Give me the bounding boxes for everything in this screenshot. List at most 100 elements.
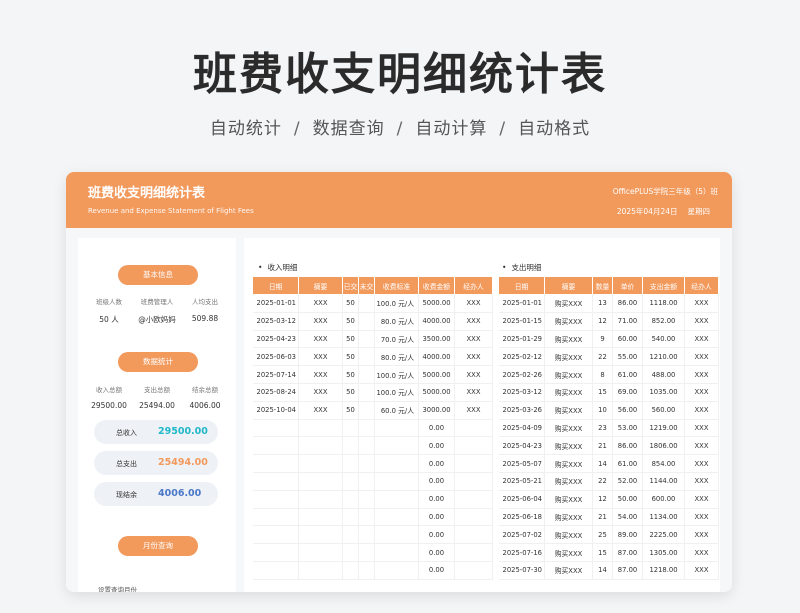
table-cell[interactable] <box>374 472 419 491</box>
table-cell[interactable] <box>454 490 493 509</box>
table-cell[interactable]: 2025-03-12 <box>498 383 545 402</box>
table-cell[interactable] <box>298 472 343 491</box>
table-row[interactable]: 2025-06-04 购买XXX 12 50.00 600.00 XXX <box>498 490 719 509</box>
table-cell[interactable]: 540.00 <box>642 330 685 349</box>
table-cell[interactable] <box>374 561 419 580</box>
table-cell[interactable]: 2025-02-12 <box>498 347 545 367</box>
table-cell[interactable] <box>358 436 375 456</box>
table-row[interactable]: 2025-06-03 XXX 50 80.0 元/人 4000.00 XXX <box>252 347 493 367</box>
table-cell[interactable] <box>374 490 419 509</box>
table-cell[interactable]: 61.00 <box>612 454 643 473</box>
table-row[interactable]: 2025-05-07 购买XXX 14 61.00 854.00 XXX <box>498 454 719 473</box>
table-cell[interactable]: 购买XXX <box>544 401 593 420</box>
table-cell[interactable]: 购买XXX <box>544 490 593 509</box>
table-cell[interactable]: 购买XXX <box>544 543 593 562</box>
table-cell[interactable] <box>298 454 343 473</box>
table-cell[interactable]: 10 <box>592 401 613 420</box>
table-cell[interactable]: 1118.00 <box>642 294 685 313</box>
table-cell[interactable]: 1305.00 <box>642 543 685 562</box>
table-cell[interactable] <box>358 525 375 545</box>
table-row[interactable]: 2025-03-12 XXX 50 80.0 元/人 4000.00 XXX <box>252 312 493 331</box>
table-cell[interactable]: 2025-04-23 <box>252 330 299 349</box>
table-row[interactable]: 2025-05-21 购买XXX 22 52.00 1144.00 XXX <box>498 472 719 491</box>
table-cell[interactable]: XXX <box>684 294 719 313</box>
table-cell[interactable]: 21 <box>592 508 613 527</box>
table-cell[interactable]: 50 <box>342 330 359 349</box>
table-cell[interactable]: 1210.00 <box>642 347 685 367</box>
column-header[interactable]: 经办人 <box>454 276 493 295</box>
table-cell[interactable]: 0.00 <box>418 419 455 438</box>
table-cell[interactable]: 1035.00 <box>642 383 685 402</box>
table-cell[interactable] <box>342 419 359 438</box>
table-row[interactable]: 0.00 <box>252 525 493 545</box>
table-cell[interactable] <box>358 294 375 313</box>
table-cell[interactable]: XXX <box>684 347 719 367</box>
table-cell[interactable]: 2025-07-16 <box>498 543 545 562</box>
table-cell[interactable]: XXX <box>684 543 719 562</box>
basic-info-button[interactable]: 基本信息 <box>118 265 198 285</box>
table-row[interactable]: 0.00 <box>252 454 493 473</box>
table-cell[interactable]: 8 <box>592 365 613 384</box>
table-cell[interactable] <box>454 561 493 580</box>
table-cell[interactable]: XXX <box>454 312 493 331</box>
table-cell[interactable]: 488.00 <box>642 365 685 384</box>
table-cell[interactable] <box>358 472 375 491</box>
table-cell[interactable]: 60.00 <box>612 330 643 349</box>
data-stats-button[interactable]: 数据统计 <box>118 352 198 372</box>
table-cell[interactable]: XXX <box>684 472 719 491</box>
table-row[interactable]: 2025-01-01 购买XXX 13 86.00 1118.00 XXX <box>498 294 719 313</box>
table-row[interactable]: 2025-04-23 购买XXX 21 86.00 1806.00 XXX <box>498 436 719 456</box>
table-cell[interactable]: 23 <box>592 419 613 438</box>
table-cell[interactable]: 100.0 元/人 <box>374 294 419 313</box>
table-cell[interactable]: XXX <box>684 312 719 331</box>
table-cell[interactable] <box>252 436 299 456</box>
table-cell[interactable]: XXX <box>298 347 343 367</box>
table-cell[interactable] <box>298 543 343 562</box>
table-row[interactable]: 2025-07-14 XXX 50 100.0 元/人 5000.00 XXX <box>252 365 493 384</box>
table-cell[interactable]: XXX <box>684 330 719 349</box>
table-cell[interactable]: 0.00 <box>418 561 455 580</box>
table-cell[interactable] <box>454 454 493 473</box>
table-cell[interactable]: XXX <box>298 383 343 402</box>
table-cell[interactable]: 25 <box>592 525 613 545</box>
table-cell[interactable]: 购买XXX <box>544 561 593 580</box>
table-cell[interactable]: 70.0 元/人 <box>374 330 419 349</box>
table-cell[interactable]: XXX <box>454 347 493 367</box>
table-cell[interactable]: 购买XXX <box>544 383 593 402</box>
table-cell[interactable]: 2025-06-03 <box>252 347 299 367</box>
table-cell[interactable] <box>252 561 299 580</box>
table-cell[interactable]: XXX <box>298 365 343 384</box>
table-cell[interactable] <box>252 525 299 545</box>
table-cell[interactable] <box>454 525 493 545</box>
table-cell[interactable]: 86.00 <box>612 436 643 456</box>
column-header[interactable]: 经办人 <box>684 276 719 295</box>
table-cell[interactable]: 50 <box>342 312 359 331</box>
table-cell[interactable]: 购买XXX <box>544 419 593 438</box>
table-cell[interactable]: 2025-07-14 <box>252 365 299 384</box>
table-cell[interactable]: XXX <box>684 401 719 420</box>
table-row[interactable]: 2025-10-04 XXX 50 60.0 元/人 3000.00 XXX <box>252 401 493 420</box>
table-cell[interactable]: 2025-07-02 <box>498 525 545 545</box>
table-cell[interactable]: XXX <box>684 508 719 527</box>
table-cell[interactable] <box>454 436 493 456</box>
table-cell[interactable]: 2025-05-21 <box>498 472 545 491</box>
table-cell[interactable]: 2025-07-30 <box>498 561 545 580</box>
table-cell[interactable]: XXX <box>298 294 343 313</box>
table-cell[interactable]: 12 <box>592 312 613 331</box>
table-cell[interactable]: 1806.00 <box>642 436 685 456</box>
table-cell[interactable] <box>252 419 299 438</box>
table-cell[interactable]: 2025-05-07 <box>498 454 545 473</box>
column-header[interactable]: 日期 <box>498 276 545 295</box>
table-row[interactable]: 2025-03-12 购买XXX 15 69.00 1035.00 XXX <box>498 383 719 402</box>
table-cell[interactable]: 购买XXX <box>544 294 593 313</box>
table-cell[interactable]: 50 <box>342 294 359 313</box>
table-cell[interactable]: 购买XXX <box>544 436 593 456</box>
table-cell[interactable] <box>252 508 299 527</box>
table-cell[interactable]: 80.0 元/人 <box>374 312 419 331</box>
table-cell[interactable]: 69.00 <box>612 383 643 402</box>
table-cell[interactable] <box>358 312 375 331</box>
table-row[interactable]: 2025-07-16 购买XXX 15 87.00 1305.00 XXX <box>498 543 719 562</box>
table-cell[interactable] <box>342 543 359 562</box>
table-cell[interactable]: 0.00 <box>418 543 455 562</box>
table-cell[interactable]: 0.00 <box>418 508 455 527</box>
